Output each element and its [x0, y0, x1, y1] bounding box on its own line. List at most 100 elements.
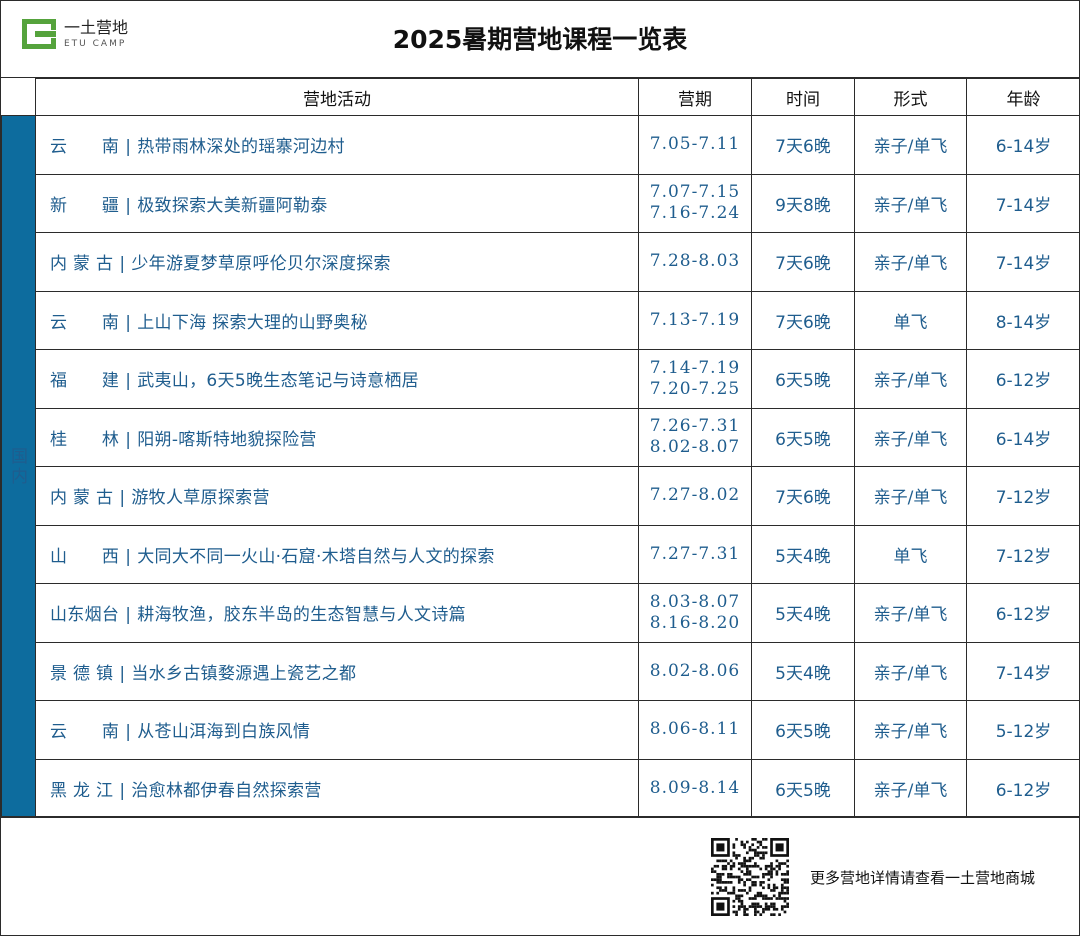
table-row: 桂 林 | 阳朔-喀斯特地貌探险营 7.26-7.31 8.02-8.07 6天5晚 亲子/… [2, 407, 1080, 467]
location-label: 桂 林 [50, 429, 120, 450]
location-label: 云 南 [50, 722, 120, 743]
separator: | [125, 195, 132, 216]
separator: | [119, 488, 126, 509]
activity-cell: 新 疆 | 极致探索大美新疆阿勒泰 [35, 173, 639, 233]
corner-cell [1, 78, 36, 116]
session-date: 7.28-8.03 [649, 251, 741, 272]
session-date: 8.06-8.11 [649, 719, 741, 740]
column-header-activity: 营地活动 [35, 78, 639, 116]
activity-cell: 云 南 | 从苍山洱海到白族风情 [35, 700, 639, 760]
location-label: 山东烟台 [50, 605, 120, 626]
session-date: 8.09-8.14 [649, 777, 741, 798]
age-cell: 6-14岁 [966, 407, 1080, 467]
region-label: 国内 [1, 115, 36, 818]
format-cell: 亲子/单飞 [854, 407, 967, 467]
session-date: 7.05-7.11 [649, 134, 741, 155]
table-row: 黑 龙 江 | 治愈林都伊春自然探索营 8.09-8.14 6天5晚 亲子/单飞 6-12岁 [2, 758, 1080, 818]
column-header-format: 形式 [854, 78, 967, 116]
qr-code-icon [711, 838, 789, 916]
format-cell: 单飞 [854, 290, 967, 350]
activity-name: 阳朔-喀斯特地貌探险营 [137, 429, 317, 450]
location-label: 云 南 [50, 137, 120, 158]
table-row: 山 西 | 大同大不同一火山·石窟·木塔自然与人文的探索 7.27-7.31 5天4晚单… [2, 524, 1080, 584]
activity-cell: 云 南 | 上山下海 探索大理的山野奥秘 [35, 290, 639, 350]
duration-cell: 7天6晚 [751, 115, 855, 175]
separator: | [125, 312, 132, 333]
session-dates-cell: 7.27-7.31 [638, 524, 752, 584]
table-header-row: 营地活动 营期 时间 形式 年龄 [1, 78, 1080, 116]
separator: | [125, 429, 132, 450]
table-row: 云 南 | 从苍山洱海到白族风情 8.06-8.11 6天5晚 亲子/单飞 5-12岁 [2, 700, 1080, 760]
location-label: 内 蒙 古 [50, 254, 114, 275]
age-cell: 6-14岁 [966, 115, 1080, 175]
session-dates-cell: 7.05-7.11 [638, 115, 752, 175]
session-date: 7.14-7.19 [649, 357, 741, 378]
session-dates-cell: 8.03-8.07 8.16-8.20 [638, 583, 752, 643]
age-cell: 6-12岁 [966, 758, 1080, 818]
separator: | [125, 722, 132, 743]
duration-cell: 9天8晚 [751, 173, 855, 233]
location-label: 新 疆 [50, 195, 120, 216]
session-date: 7.13-7.19 [649, 309, 741, 330]
duration-cell: 6天5晚 [751, 349, 855, 409]
activity-name: 当水乡古镇婺源遇上瓷艺之都 [131, 663, 357, 684]
activity-cell: 内 蒙 古 | 少年游夏梦草原呼伦贝尔深度探索 [35, 232, 639, 292]
column-header-age: 年龄 [966, 78, 1080, 116]
age-cell: 6-12岁 [966, 349, 1080, 409]
session-dates-cell: 7.14-7.19 7.20-7.25 [638, 349, 752, 409]
qr-caption: 更多营地详情请查看一土营地商城 [810, 869, 1036, 887]
column-header-duration: 时间 [751, 78, 855, 116]
footer-divider [0, 816, 1080, 817]
session-date: 8.02-8.06 [649, 660, 741, 681]
activity-cell: 山东烟台 | 耕海牧渔，胶东半岛的生态智慧与人文诗篇 [35, 583, 639, 643]
activity-name: 上山下海 探索大理的山野奥秘 [137, 312, 368, 333]
activity-name: 极致探索大美新疆阿勒泰 [137, 195, 328, 216]
format-cell: 亲子/单飞 [854, 232, 967, 292]
session-date: 7.26-7.31 [649, 416, 741, 437]
separator: | [125, 605, 132, 626]
separator: | [119, 663, 126, 684]
format-cell: 单飞 [854, 524, 967, 584]
activity-name: 从苍山洱海到白族风情 [137, 722, 311, 743]
duration-cell: 6天5晚 [751, 700, 855, 760]
location-label: 黑 龙 江 [50, 780, 114, 801]
age-cell: 7-12岁 [966, 466, 1080, 526]
separator: | [125, 546, 132, 567]
session-date: 8.03-8.07 [649, 591, 741, 612]
table-row: 福 建 | 武夷山，6天5晚生态笔记与诗意栖居 7.14-7.19 7.20-7.25 6… [2, 349, 1080, 409]
age-cell: 8-14岁 [966, 290, 1080, 350]
table-row: 景 德 镇 | 当水乡古镇婺源遇上瓷艺之都 8.02-8.06 5天4晚 亲子/单飞 7-1… [2, 641, 1080, 701]
format-cell: 亲子/单飞 [854, 641, 967, 701]
session-date: 7.16-7.24 [649, 203, 741, 224]
table-row: 山东烟台 | 耕海牧渔，胶东半岛的生态智慧与人文诗篇 8.03-8.07 8.16-8.… [2, 583, 1080, 643]
session-date: 7.20-7.25 [649, 378, 741, 399]
session-dates-cell: 8.06-8.11 [638, 700, 752, 760]
age-cell: 7-12岁 [966, 524, 1080, 584]
activity-cell: 山 西 | 大同大不同一火山·石窟·木塔自然与人文的探索 [35, 524, 639, 584]
separator: | [125, 137, 132, 158]
duration-cell: 6天5晚 [751, 758, 855, 818]
session-date: 7.07-7.15 [649, 182, 741, 203]
table-row: 内 蒙 古 | 游牧人草原探索营 7.27-8.02 7天6晚 亲子/单飞 7-12岁 [2, 466, 1080, 526]
camp-schedule-table: 营地活动 营期 时间 形式 年龄 国内云 南 | 热带雨林深处的瑶寨河边村 7.05-… [1, 78, 1080, 818]
age-cell: 7-14岁 [966, 173, 1080, 233]
activity-name: 治愈林都伊春自然探索营 [131, 780, 322, 801]
format-cell: 亲子/单飞 [854, 115, 967, 175]
session-dates-cell: 7.28-8.03 [638, 232, 752, 292]
age-cell: 5-12岁 [966, 700, 1080, 760]
activity-name: 武夷山，6天5晚生态笔记与诗意栖居 [137, 371, 419, 392]
table-row: 国内云 南 | 热带雨林深处的瑶寨河边村 7.05-7.11 7天6晚 亲子/单飞 6-14… [1, 115, 1080, 818]
location-label: 内 蒙 古 [50, 488, 114, 509]
session-dates-cell: 7.26-7.31 8.02-8.07 [638, 407, 752, 467]
session-dates-cell: 8.02-8.06 [638, 641, 752, 701]
session-date: 7.27-7.31 [649, 543, 741, 564]
activity-cell: 福 建 | 武夷山，6天5晚生态笔记与诗意栖居 [35, 349, 639, 409]
activity-cell: 内 蒙 古 | 游牧人草原探索营 [35, 466, 639, 526]
table-row: 新 疆 | 极致探索大美新疆阿勒泰 7.07-7.15 7.16-7.24 9天8晚 亲子/… [2, 173, 1080, 233]
session-date: 7.27-8.02 [649, 485, 741, 506]
activity-name: 少年游夏梦草原呼伦贝尔深度探索 [131, 254, 391, 275]
table-row: 云 南 | 上山下海 探索大理的山野奥秘 7.13-7.19 7天6晚 单飞 8-14岁 [2, 290, 1080, 350]
separator: | [119, 254, 126, 275]
duration-cell: 5天4晚 [751, 583, 855, 643]
activity-name: 大同大不同一火山·石窟·木塔自然与人文的探索 [137, 546, 495, 567]
